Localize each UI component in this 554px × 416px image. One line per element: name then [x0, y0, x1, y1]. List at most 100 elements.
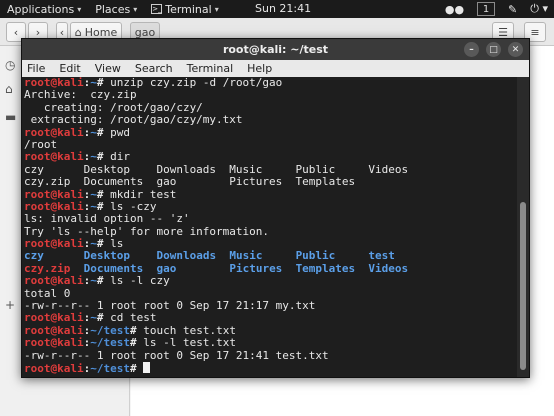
applications-label: Applications	[7, 2, 75, 16]
places-menu[interactable]: Places ▾	[95, 3, 137, 16]
terminal-scrollbar[interactable]	[517, 77, 529, 377]
workspace-indicator[interactable]: 1	[477, 2, 496, 16]
places-label: Places	[95, 2, 131, 16]
chevron-down-icon: ▾	[133, 4, 138, 14]
chevron-right-icon: ›	[35, 25, 41, 39]
prompt-path: ~/test	[90, 361, 130, 375]
breadcrumb-home-label: Home	[84, 25, 118, 39]
output-text: Try 'ls --help' for more information.	[24, 224, 270, 238]
prompt-symbol: #	[96, 187, 111, 201]
terminal-app-menu[interactable]: >_ Terminal ▾	[151, 3, 219, 16]
home-icon: ⌂	[74, 25, 82, 39]
chevron-down-icon: ▾	[214, 4, 219, 14]
prompt-symbol: #	[96, 274, 111, 288]
terminal-line: root@kali:~/test#	[24, 361, 519, 375]
applications-menu[interactable]: Applications ▾	[7, 3, 81, 16]
prompt-user: root@kali	[24, 274, 84, 288]
add-location-icon[interactable]: +	[5, 298, 19, 312]
command-text: mkdir test	[110, 187, 177, 201]
prompt-user: root@kali	[24, 311, 84, 325]
menu-view[interactable]: View	[95, 62, 121, 75]
power-menu-icon[interactable]: ⏻ ▾	[530, 2, 548, 16]
ls-entry: gao	[156, 261, 230, 275]
clock[interactable]: Sun 21:41	[255, 2, 311, 15]
prompt-path: ~	[90, 199, 97, 213]
ls-entry: Public	[295, 249, 369, 263]
prompt-symbol: #	[96, 311, 111, 325]
prompt-path: ~/test	[90, 336, 130, 350]
command-text: ls	[110, 237, 124, 251]
output-text: czy Desktop Downloads Music Public Video…	[24, 162, 409, 176]
prompt-user: root@kali	[24, 77, 84, 89]
pen-icon[interactable]: ✎	[508, 3, 517, 16]
output-text: -rw-r--r-- 1 root root 0 Sep 17 21:17 my…	[24, 299, 316, 313]
command-text: cd test	[110, 311, 157, 325]
top-panel: Applications ▾ Places ▾ >_ Terminal ▾ Su…	[0, 0, 554, 18]
prompt-user: root@kali	[24, 323, 84, 337]
ls-entry: Music	[229, 249, 296, 263]
menu-edit[interactable]: Edit	[59, 62, 80, 75]
command-text: dir	[110, 150, 130, 164]
terminal-titlebar[interactable]: root@kali: ~/test – □ ✕	[22, 39, 529, 60]
minimize-button[interactable]: –	[464, 42, 479, 57]
prompt-user: root@kali	[24, 336, 84, 350]
terminal-output[interactable]: root@kali:~# unzip czy.zip -d /root/gao A…	[22, 77, 519, 377]
users-icon[interactable]: ●●	[445, 3, 464, 16]
maximize-button[interactable]: □	[486, 42, 501, 57]
close-button[interactable]: ✕	[508, 42, 523, 57]
prompt-symbol: #	[96, 150, 111, 164]
output-text: total 0	[24, 286, 71, 300]
terminal-menubar: File Edit View Search Terminal Help	[22, 60, 529, 77]
ls-entry: Downloads	[156, 249, 230, 263]
prompt-path: ~	[90, 77, 97, 89]
terminal-app-label: Terminal	[165, 2, 212, 16]
home-icon[interactable]: ⌂	[5, 82, 19, 96]
menu-file[interactable]: File	[27, 62, 45, 75]
prompt-symbol: #	[129, 361, 144, 375]
prompt-path: ~	[90, 311, 97, 325]
chevron-left-icon: ‹	[13, 25, 19, 39]
command-text: unzip czy.zip -d /root/gao	[110, 77, 283, 89]
ls-entry: Pictures	[229, 261, 296, 275]
output-text: creating: /root/gao/czy/	[24, 100, 203, 114]
prompt-user: root@kali	[24, 237, 84, 251]
terminal-line: root@kali:~# ls -l czy	[24, 275, 519, 287]
ls-entry: Documents	[83, 261, 157, 275]
prompt-user: root@kali	[24, 187, 84, 201]
folder-icon[interactable]: ▬	[5, 110, 19, 124]
prompt-symbol: #	[96, 77, 111, 89]
terminal-icon: >_	[151, 4, 163, 14]
prompt-path: ~	[90, 125, 97, 139]
prompt-path: ~	[90, 150, 97, 164]
prompt-path: ~	[90, 274, 97, 288]
window-title: root@kali: ~/test	[222, 43, 329, 56]
menu-terminal[interactable]: Terminal	[187, 62, 234, 75]
prompt-symbol: #	[96, 237, 111, 251]
prompt-path: ~/test	[90, 323, 130, 337]
menu-help[interactable]: Help	[247, 62, 272, 75]
prompt-user: root@kali	[24, 125, 84, 139]
prompt-symbol: #	[129, 323, 144, 337]
terminal-line: root@kali:~# pwd	[24, 125, 519, 139]
output-text: -rw-r--r-- 1 root root 0 Sep 17 21:41 te…	[24, 348, 329, 362]
text-cursor	[143, 361, 151, 373]
scrollbar-thumb[interactable]	[520, 202, 526, 370]
prompt-symbol: #	[129, 336, 144, 350]
prompt-symbol: #	[96, 199, 111, 213]
prompt-user: root@kali	[24, 199, 84, 213]
output-text: /root	[24, 137, 58, 151]
prompt-path: ~	[90, 187, 97, 201]
prompt-path: ~	[90, 237, 97, 251]
command-text: pwd	[110, 125, 130, 139]
terminal-window: root@kali: ~/test – □ ✕ File Edit View S…	[21, 38, 530, 378]
command-text: ls -l test.txt	[143, 336, 236, 350]
terminal-line: -rw-r--r-- 1 root root 0 Sep 17 21:41 te…	[24, 348, 519, 362]
command-text: touch test.txt	[143, 323, 236, 337]
command-text: ls -l czy	[110, 274, 170, 288]
ls-entry: test	[368, 249, 395, 263]
ls-entry: czy.zip	[24, 261, 84, 275]
menu-search[interactable]: Search	[135, 62, 173, 75]
prompt-user: root@kali	[24, 361, 84, 375]
breadcrumb-gao-label: gao	[134, 25, 156, 39]
recent-icon[interactable]: ◷	[5, 58, 19, 72]
